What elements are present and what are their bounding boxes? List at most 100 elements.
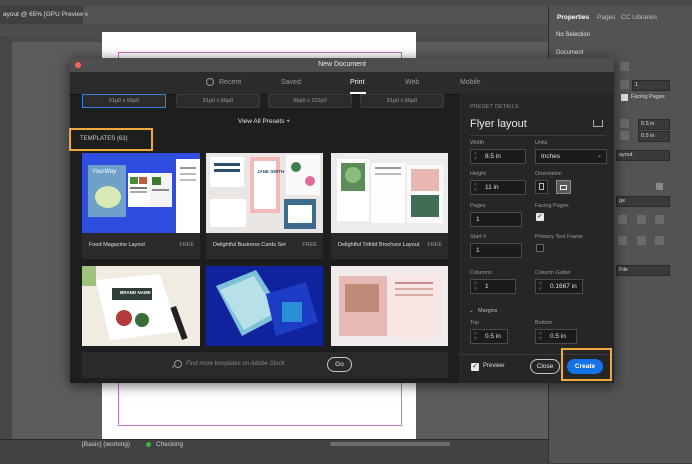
dialog-tab-bar [70,72,614,95]
preset-card[interactable]: 66p0 x 102p0 [268,94,352,108]
document-section-label: Document [556,50,584,56]
facing-pages-label: Facing Pages [631,94,665,100]
close-button[interactable]: Close [530,359,560,374]
free-badge: FREE [179,242,194,248]
free-badge: FREE [427,242,442,248]
trash-icon[interactable] [656,183,663,190]
document-tab[interactable]: ayout @ 65% [GPU Preview] [0,6,83,24]
stepper-icon[interactable]: ˄ ˅ [474,332,477,342]
horizontal-scrollbar[interactable] [330,442,450,446]
pages-label: Pages [470,203,486,209]
top-margin-input[interactable]: ˄ ˅ 0.5 in [470,329,508,344]
start-number-input[interactable]: 1 [470,243,522,258]
no-selection-label: No Selection [556,32,591,38]
tab-print[interactable]: Print [350,72,364,94]
column-gutter-input[interactable]: ˄ ˅ 0.1667 in [535,279,583,294]
tab-recent[interactable]: Recent [219,72,241,94]
go-button[interactable]: Go [327,357,352,372]
template-card-brand[interactable]: BRAND NAME [82,266,200,346]
facing-pages-checkbox[interactable] [621,94,628,101]
columns-label: Columns [470,270,492,276]
facing-pages-checkbox[interactable]: ✓ [536,213,544,221]
template-card-food-magazine[interactable]: YourWay Food Magazine Layout FREE [82,153,200,259]
width-input[interactable]: ˄ ˅ 8.5 in [470,149,526,164]
tab-web[interactable]: Web [405,72,419,94]
template-thumbnail [331,266,448,346]
landscape-icon [560,185,567,190]
units-label: Units [535,140,548,146]
template-card-trifold-brochure[interactable]: Delightful Trifold Brochure Layout FREE [331,153,448,259]
thumbnail-text: BRAND NAME [120,290,151,295]
bottom-margin-input[interactable]: ˄ ˅ 0.5 in [535,329,577,344]
start-number-label: Start # [470,234,487,240]
save-preset-icon[interactable] [593,120,603,127]
preview-checkbox[interactable]: ✓ [471,363,479,371]
template-card-business-cards[interactable]: JANE SMITH Delightful Business Cards Set… [206,153,323,259]
margin-bottom-icon [620,131,629,140]
template-card-blue-brochure[interactable] [206,266,323,346]
template-thumbnail [206,266,323,346]
tab-mobile[interactable]: Mobile [460,72,481,94]
style-field[interactable]: ge [616,196,670,207]
templates-highlight [69,128,153,151]
template-thumbnail [331,153,448,233]
align-left-icon[interactable] [618,215,627,224]
primary-text-frame-label: Primary Text Frame [535,234,583,240]
primary-text-frame-checkbox[interactable] [536,244,544,252]
chevron-down-icon: ⌄ [596,153,602,159]
stepper-icon[interactable]: ˄ ˅ [474,152,477,162]
distribute-left-icon[interactable] [618,236,627,245]
pages-input[interactable]: 1 [470,212,522,227]
preset-details-heading: PRESET DETAILS [470,104,519,110]
portrait-icon [539,183,544,190]
stepper-icon[interactable]: ˄ ˅ [539,332,542,342]
workspace-status[interactable]: [Basic] (working) [82,440,130,449]
template-name: Delightful Trifold Brochure Layout [338,242,420,248]
create-highlight [561,348,612,381]
tab-properties[interactable]: Properties [557,14,589,21]
height-input[interactable]: ˄ ˅ 11 in [470,180,526,195]
units-select[interactable]: Inches ⌄ [535,149,607,164]
template-thumbnail [82,266,200,346]
tab-cc-libraries[interactable]: CC Libraries [621,14,657,21]
stock-search-input[interactable]: Find more templates on Adobe Stock [186,359,285,369]
stepper-icon[interactable]: ˄ ˅ [474,183,477,193]
orientation-icon[interactable] [620,80,629,89]
template-name: Delightful Business Cards Set [213,242,286,248]
tab-pages[interactable]: Pages [597,14,615,21]
dialog-title: New Document [318,61,366,68]
preset-card[interactable]: 51p0 x 66p0 [360,94,444,108]
chevron-down-icon[interactable]: ⌄ [469,308,474,314]
distribute-center-icon[interactable] [637,236,646,245]
preset-name-underline [470,135,606,136]
align-center-icon[interactable] [637,215,646,224]
template-thumbnail [82,153,200,233]
layout-field[interactable]: ayout [616,150,670,161]
file-field[interactable]: File [616,265,670,276]
tools-panel [0,36,12,439]
pages-field[interactable]: 1 [632,80,670,91]
width-label: Width [470,140,485,146]
tab-close-icon[interactable]: × [84,6,89,24]
tab-saved[interactable]: Saved [281,72,301,94]
align-right-icon[interactable] [655,215,664,224]
preflight-status-icon [146,442,151,447]
stepper-icon[interactable]: ˄ ˅ [539,282,542,292]
page-size-icon[interactable] [620,62,629,71]
distribute-right-icon[interactable] [655,236,664,245]
facing-pages-label: Facing Pages [535,203,569,209]
view-all-presets-link[interactable]: View All Presets + [238,118,290,125]
preflight-status-text[interactable]: Checking [156,440,183,449]
margins-section-toggle[interactable]: Margins [478,308,498,314]
margin-top-field[interactable]: 0.5 in [638,119,670,130]
stepper-icon[interactable]: ˄ ˅ [474,282,477,292]
preset-card[interactable]: 51p0 x 66p0 [176,94,260,108]
preset-card[interactable]: 51p0 x 66p0 [82,94,166,108]
preview-label: Preview [483,363,505,369]
preset-name-input[interactable]: Flyer layout [470,118,527,130]
height-label: Height [470,171,486,177]
clock-icon [206,78,214,86]
template-card-pink-book[interactable] [331,266,448,346]
margin-bottom-field[interactable]: 0.5 in [638,131,670,142]
columns-input[interactable]: ˄ ˅ 1 [470,279,516,294]
